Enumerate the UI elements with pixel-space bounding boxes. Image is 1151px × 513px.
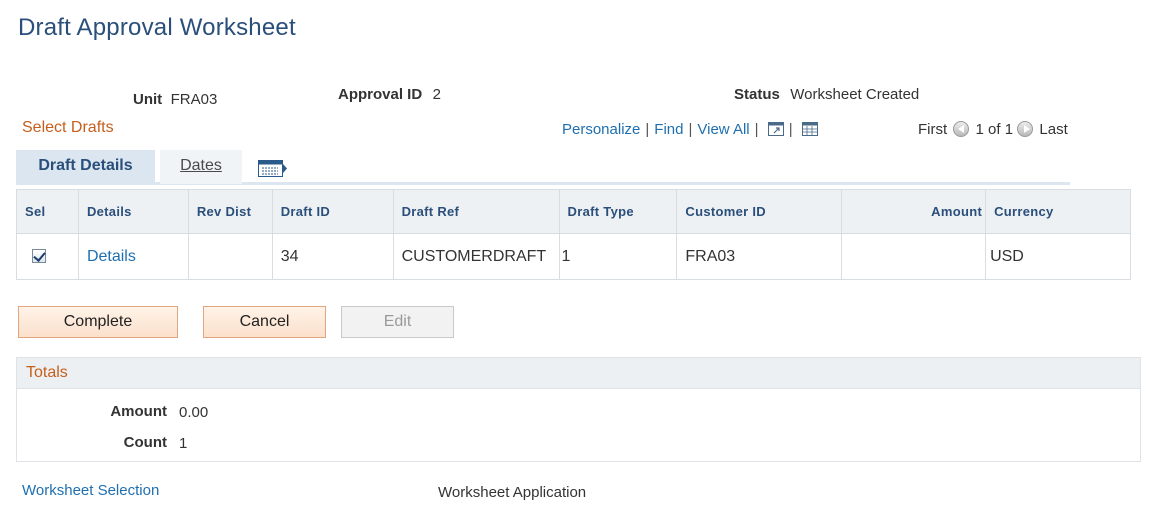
total-count-label: Count <box>123 434 167 451</box>
cancel-button[interactable]: Cancel <box>203 306 326 338</box>
nav-separator: | <box>688 121 693 138</box>
status-label: Status <box>734 86 780 103</box>
approval-id-field: Approval ID 2 <box>338 86 441 104</box>
total-count-value: 1 <box>179 435 188 452</box>
next-row-icon[interactable] <box>1017 121 1034 137</box>
worksheet-selection-link[interactable]: Worksheet Selection <box>22 482 159 499</box>
approval-id-label: Approval ID <box>338 86 423 103</box>
drafts-grid: Sel Details Rev Dist Draft ID Draft Ref … <box>16 189 1131 280</box>
customer-id-cell: FRA03 <box>676 233 843 280</box>
details-link[interactable]: Details <box>87 248 136 265</box>
draft-ref-cell: CUSTOMERDRAFT <box>392 233 560 280</box>
grid-header-row: Sel Details Rev Dist Draft ID Draft Ref … <box>16 189 1131 234</box>
status-field: Status Worksheet Created <box>734 86 919 104</box>
personalize-link[interactable]: Personalize <box>562 121 640 138</box>
col-header-customer-id[interactable]: Customer ID <box>676 189 843 234</box>
totals-title: Totals <box>26 364 68 381</box>
select-checkbox[interactable] <box>32 248 46 263</box>
download-grid-icon[interactable] <box>801 122 818 136</box>
grid-navigation: Personalize | Find | View All | | <box>562 121 818 138</box>
table-row: Details 34 CUSTOMERDRAFT 1 FRA03 USD <box>16 233 1131 280</box>
col-header-details[interactable]: Details <box>77 189 189 234</box>
worksheet-application-text: Worksheet Application <box>438 484 587 501</box>
col-header-draft-ref[interactable]: Draft Ref <box>392 189 560 234</box>
approval-id-value: 2 <box>432 86 441 103</box>
grid-pager: First 1 of 1 Last <box>918 121 1068 138</box>
pager-text: 1 of 1 <box>975 121 1014 138</box>
unit-value: FRA03 <box>170 91 218 108</box>
nav-separator: | <box>645 121 650 138</box>
tab-draft-details[interactable]: Draft Details <box>16 150 155 184</box>
totals-header-bar <box>17 358 1140 389</box>
previous-row-icon[interactable] <box>953 121 970 137</box>
first-label: First <box>918 121 948 138</box>
tab-dates[interactable]: Dates <box>160 150 242 184</box>
amount-cell <box>841 233 987 280</box>
details-cell: Details <box>77 233 189 280</box>
draft-id-cell: 34 <box>271 233 394 280</box>
edit-button: Edit <box>341 306 454 338</box>
complete-button[interactable]: Complete <box>18 306 178 338</box>
total-amount-value: 0.00 <box>179 404 209 421</box>
col-header-sel[interactable]: Sel <box>16 189 79 234</box>
unit-label: Unit <box>133 91 163 108</box>
tab-dates-label: Dates <box>180 157 222 174</box>
col-header-currency[interactable]: Currency <box>985 189 1131 234</box>
view-all-link[interactable]: View All <box>697 121 749 138</box>
unit-field: Unit FRA03 <box>133 91 217 109</box>
last-label: Last <box>1039 121 1068 138</box>
show-all-columns-icon[interactable] <box>258 160 288 178</box>
currency-cell: USD <box>985 233 1131 280</box>
grid-title-select-drafts: Select Drafts <box>22 119 114 136</box>
rev-dist-cell <box>187 233 273 280</box>
col-header-rev-dist[interactable]: Rev Dist <box>187 189 273 234</box>
nav-separator: | <box>754 121 759 138</box>
status-value: Worksheet Created <box>790 86 920 103</box>
col-header-amount[interactable]: Amount <box>841 189 987 234</box>
find-link[interactable]: Find <box>654 121 683 138</box>
draft-type-cell: 1 <box>558 233 678 280</box>
col-header-draft-id[interactable]: Draft ID <box>271 189 394 234</box>
page-title: Draft Approval Worksheet <box>18 14 296 41</box>
zoom-new-window-icon[interactable] <box>767 122 784 136</box>
sel-cell <box>16 233 79 280</box>
total-amount-label: Amount <box>110 403 167 420</box>
col-header-draft-type[interactable]: Draft Type <box>558 189 678 234</box>
nav-separator: | <box>788 121 793 138</box>
